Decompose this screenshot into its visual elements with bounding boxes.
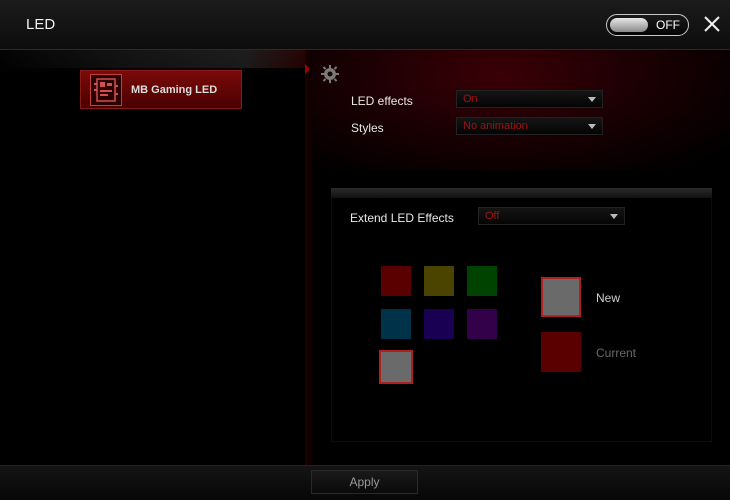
power-toggle[interactable]: OFF <box>606 14 689 36</box>
settings-panel <box>312 50 730 170</box>
led-effects-value: On <box>463 93 478 105</box>
toggle-label: OFF <box>656 18 680 32</box>
window-title: LED <box>26 16 56 33</box>
led-effects-dropdown[interactable]: On <box>456 90 603 108</box>
footer-bar: Apply <box>0 465 730 500</box>
new-color-preview <box>541 277 581 317</box>
color-swatch-green[interactable] <box>467 266 497 296</box>
device-sidebar: MB Gaming LED <box>0 50 306 465</box>
color-swatch-white[interactable] <box>379 350 413 384</box>
title-bar: LED OFF <box>0 0 730 50</box>
gear-icon <box>320 64 340 84</box>
color-swatch-yellow[interactable] <box>424 266 454 296</box>
current-color-label: Current <box>596 346 637 360</box>
styles-value: No animation <box>463 120 528 132</box>
sidebar-item-label: MB Gaming LED <box>131 84 218 96</box>
styles-label: Styles <box>351 121 384 135</box>
color-swatch-purple[interactable] <box>467 309 497 339</box>
new-color-label: New <box>596 291 621 305</box>
apply-button[interactable]: Apply <box>311 470 418 494</box>
divider-arrow-icon <box>305 64 310 74</box>
extend-led-value: Off <box>485 210 500 222</box>
chevron-down-icon <box>588 97 596 102</box>
styles-dropdown[interactable]: No animation <box>456 117 603 135</box>
sidebar-item-mb-gaming-led[interactable]: MB Gaming LED <box>80 70 242 109</box>
extend-led-dropdown[interactable]: Off <box>478 207 625 225</box>
close-icon[interactable] <box>700 12 726 38</box>
color-swatch-indigo[interactable] <box>424 309 454 339</box>
current-color-preview <box>541 332 581 372</box>
motherboard-icon <box>90 74 122 106</box>
chevron-down-icon <box>588 124 596 129</box>
extend-panel-header <box>331 188 712 198</box>
main-area: MB Gaming LED LED effects On Styles No a… <box>0 50 730 465</box>
toggle-knob <box>610 18 648 32</box>
color-swatch-blue[interactable] <box>381 309 411 339</box>
extend-led-label: Extend LED Effects <box>350 211 454 225</box>
color-swatch-red[interactable] <box>381 266 411 296</box>
led-effects-label: LED effects <box>351 94 413 108</box>
chevron-down-icon <box>610 214 618 219</box>
